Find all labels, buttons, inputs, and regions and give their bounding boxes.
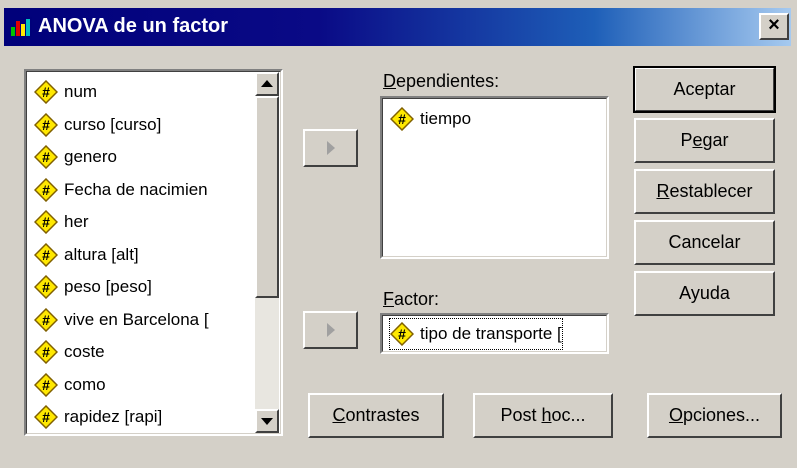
numeric-variable-icon: [34, 242, 58, 267]
title-bar[interactable]: ANOVA de un factor ×: [4, 8, 791, 46]
window-title: ANOVA de un factor: [38, 15, 229, 37]
variable-list-item[interactable]: vive en Barcelona [: [34, 305, 209, 335]
numeric-variable-icon: [34, 145, 58, 169]
variable-list-item[interactable]: como: [34, 370, 106, 400]
variable-label: como: [64, 374, 106, 394]
numeric-variable-icon: [390, 322, 414, 346]
variable-list-item[interactable]: genero: [34, 142, 117, 172]
variable-label: num: [64, 82, 98, 101]
factor-label: Factor:: [383, 289, 440, 309]
variable-label: vive en Barcelona [: [64, 309, 209, 329]
variable-label: altura [alt]: [64, 244, 139, 264]
ayuda-button[interactable]: Ayuda: [634, 271, 775, 316]
move-to-dependientes-button[interactable]: [303, 129, 358, 167]
variable-list-item[interactable]: her: [34, 207, 89, 237]
variable-label: peso [peso]: [64, 277, 152, 296]
cancelar-button[interactable]: Cancelar: [634, 220, 775, 265]
dependiente-item[interactable]: tiempo: [390, 104, 471, 134]
arrow-down-icon: [261, 418, 273, 425]
opciones-button[interactable]: Opciones...: [647, 393, 782, 438]
numeric-variable-icon: [390, 107, 414, 131]
variable-list-item[interactable]: coste: [34, 337, 105, 367]
variable-list-item[interactable]: curso [curso]: [34, 110, 161, 140]
variable-label: genero: [64, 147, 117, 166]
aceptar-button[interactable]: Aceptar: [633, 66, 776, 113]
post-hoc-button[interactable]: Post hoc...: [473, 393, 613, 438]
numeric-variable-icon: [34, 405, 58, 429]
anova-dialog: ANOVA de un factor × num curso [curso] gen…: [0, 0, 797, 468]
numeric-variable-icon: [34, 275, 58, 299]
numeric-variable-icon: [34, 307, 58, 332]
numeric-variable-icon: [34, 112, 58, 137]
variable-label: Fecha de nacimien: [64, 179, 208, 199]
scroll-up-button[interactable]: [255, 72, 279, 96]
source-variable-list[interactable]: num curso [curso] genero Fecha de nacimien h…: [24, 69, 283, 436]
variable-label: coste: [64, 342, 105, 361]
scroll-thumb[interactable]: [255, 96, 279, 298]
arrow-right-icon: [327, 323, 335, 337]
variable-list-item[interactable]: peso [peso]: [34, 272, 152, 302]
variable-list-item[interactable]: rapidez [rapi]: [34, 402, 162, 432]
contrastes-button[interactable]: Contrastes: [308, 393, 444, 438]
numeric-variable-icon: [34, 210, 58, 234]
spss-app-icon: [10, 17, 32, 37]
dependientes-label: Dependientes:: [383, 71, 500, 91]
variable-list-item[interactable]: altura [alt]: [34, 240, 139, 270]
arrow-right-icon: [327, 141, 335, 155]
move-to-factor-button[interactable]: [303, 311, 358, 349]
dependiente-label: tiempo: [420, 109, 472, 128]
variable-label: rapidez [rapi]: [64, 407, 163, 426]
close-icon: ×: [768, 14, 780, 36]
variable-list-item[interactable]: Fecha de nacimien: [34, 175, 208, 205]
variable-list-item[interactable]: num: [34, 77, 97, 107]
variable-label: curso [curso]: [64, 114, 162, 134]
numeric-variable-icon: [34, 177, 58, 202]
vertical-scrollbar[interactable]: [255, 72, 279, 433]
variable-label: her: [64, 212, 89, 231]
numeric-variable-icon: [34, 80, 58, 104]
factor-item[interactable]: tipo de transporte [: [389, 318, 563, 350]
dependientes-list[interactable]: tiempo: [380, 96, 609, 259]
numeric-variable-icon: [34, 372, 58, 397]
arrow-up-icon: [261, 80, 273, 87]
close-button[interactable]: ×: [759, 13, 789, 40]
numeric-variable-icon: [34, 340, 58, 364]
scroll-down-button[interactable]: [255, 409, 279, 433]
restablecer-button[interactable]: Restablecer: [634, 169, 775, 214]
factor-field[interactable]: tipo de transporte [: [380, 313, 609, 354]
pegar-button[interactable]: Pegar: [634, 118, 775, 163]
